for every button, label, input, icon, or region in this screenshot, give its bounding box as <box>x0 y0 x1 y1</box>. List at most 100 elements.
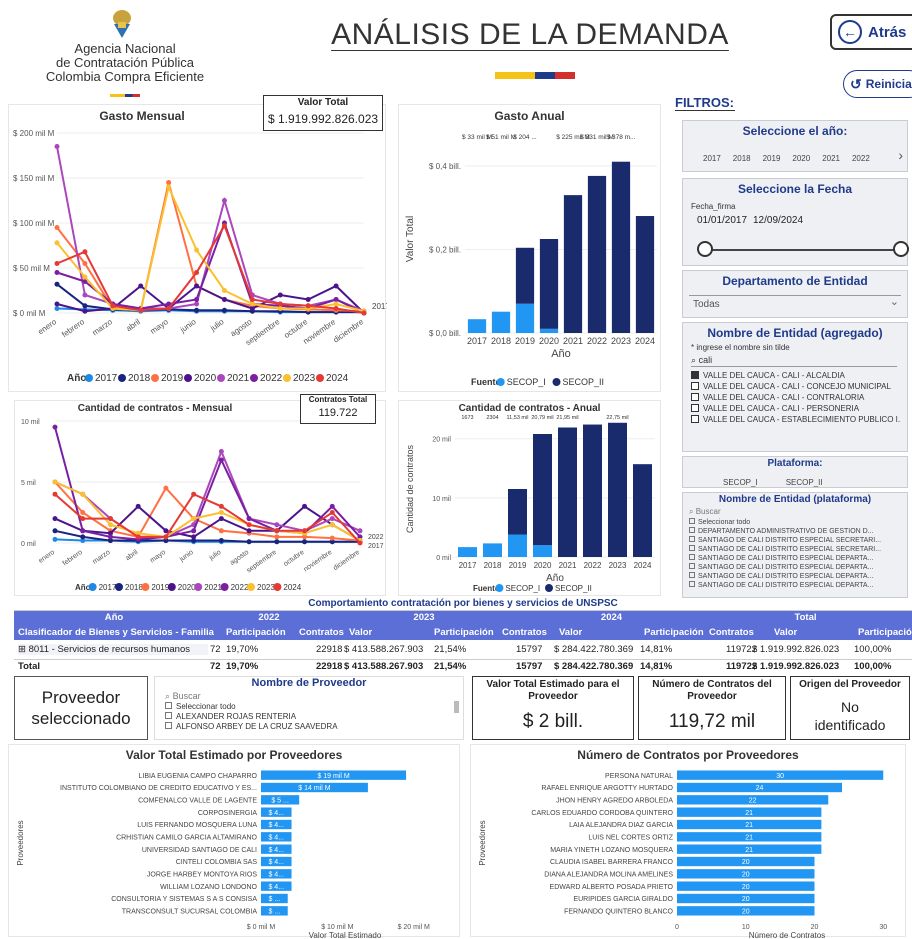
data-point[interactable] <box>221 307 227 313</box>
data-point[interactable] <box>107 516 113 522</box>
data-point[interactable] <box>107 522 113 528</box>
bar-secop-i[interactable] <box>458 547 477 557</box>
checkbox[interactable] <box>691 404 699 412</box>
checkbox[interactable] <box>691 371 699 379</box>
data-point[interactable] <box>274 534 280 540</box>
table-column-header-cell[interactable]: Participación <box>434 627 494 638</box>
data-point[interactable] <box>166 184 172 190</box>
data-point[interactable] <box>82 249 88 255</box>
table-row[interactable]: ⊞ 8011 - Servicios de recursos humanos 72… <box>14 643 912 658</box>
checkbox[interactable] <box>689 581 695 587</box>
bar-secop-ii[interactable] <box>563 195 583 333</box>
data-point[interactable] <box>218 538 224 544</box>
proveedor-option[interactable]: ALEXANDER ROJAS RENTERIA <box>165 712 338 722</box>
data-point[interactable] <box>357 528 363 534</box>
table-column-header-cell[interactable]: Contratos <box>709 627 754 638</box>
data-point[interactable] <box>54 144 60 149</box>
data-point[interactable] <box>194 297 200 302</box>
data-point[interactable] <box>138 283 144 289</box>
data-point[interactable] <box>218 528 224 534</box>
data-point[interactable] <box>80 528 86 534</box>
data-point[interactable] <box>166 180 172 185</box>
data-point[interactable] <box>277 292 283 298</box>
data-point[interactable] <box>329 516 335 522</box>
data-point[interactable] <box>163 534 169 540</box>
data-point[interactable] <box>302 528 308 534</box>
data-point[interactable] <box>52 491 58 497</box>
contratos-anual-chart[interactable]: 0 mil 10 mil 20 mil 2017 1673 2018 2304 2019 11,… <box>399 401 662 595</box>
bar-secop-i[interactable] <box>491 311 511 333</box>
year-option[interactable]: 2017 <box>703 154 721 163</box>
checkbox[interactable] <box>689 536 695 542</box>
data-point[interactable] <box>191 491 197 497</box>
date-slider-start-handle[interactable] <box>697 241 713 257</box>
entity-platform-option[interactable]: Seleccionar todo <box>689 518 901 527</box>
data-point[interactable] <box>135 534 141 540</box>
data-point[interactable] <box>302 539 308 545</box>
entity-option[interactable]: VALLE DEL CAUCA - ESTABLECIMIENTO PUBLIC… <box>691 415 901 426</box>
data-point[interactable] <box>218 510 224 515</box>
year-option[interactable]: 2018 <box>733 154 751 163</box>
data-point[interactable] <box>221 198 227 203</box>
data-point[interactable] <box>329 510 335 515</box>
date-start-input[interactable]: 01/01/2017 <box>697 215 747 226</box>
bar-secop-i[interactable] <box>467 319 487 333</box>
year-option[interactable]: 2022 <box>852 154 870 163</box>
entity-platform-option[interactable]: DEPARTAMENTO ADMINISTRATIVO DE GESTION D… <box>689 527 901 536</box>
data-point[interactable] <box>249 306 255 311</box>
data-point[interactable] <box>274 528 280 534</box>
table-column-header-cell[interactable]: Participación <box>858 627 912 638</box>
data-point[interactable] <box>329 522 335 528</box>
data-point[interactable] <box>82 261 88 266</box>
entity-platform-option[interactable]: SANTIAGO DE CALI DISTRITO ESPECIAL DEPAR… <box>689 581 901 590</box>
table-column-header-cell[interactable]: Valor <box>774 627 797 638</box>
entity-platform-option[interactable]: SANTIAGO DE CALI DISTRITO ESPECIAL DEPAR… <box>689 554 901 563</box>
valor-proveedores-chart[interactable]: LIBIA EUGENIA CAMPO CHAPARRO $ 19 mil M IN… <box>9 745 461 938</box>
data-point[interactable] <box>82 292 88 298</box>
table-column-header-cell[interactable]: Participación <box>644 627 704 638</box>
entity-option[interactable]: VALLE DEL CAUCA - CALI - CONCEJO MUNICIP… <box>691 382 901 393</box>
data-point[interactable] <box>52 479 58 485</box>
data-point[interactable] <box>194 270 200 275</box>
bar-secop-ii[interactable] <box>539 239 559 329</box>
bar-secop-i[interactable] <box>515 303 535 333</box>
data-point[interactable] <box>138 307 144 313</box>
data-point[interactable] <box>246 516 252 522</box>
data-point[interactable] <box>218 457 224 463</box>
data-point[interactable] <box>302 503 308 509</box>
bar-secop-ii[interactable] <box>508 489 527 535</box>
platform-option[interactable]: SECOP_II <box>786 478 823 487</box>
entity-option[interactable]: VALLE DEL CAUCA - CALI - PERSONERIA <box>691 404 901 415</box>
data-point[interactable] <box>246 522 252 528</box>
proveedor-scrollbar[interactable] <box>454 701 459 713</box>
data-point[interactable] <box>54 281 60 287</box>
checkbox[interactable] <box>689 572 695 578</box>
proveedor-search[interactable]: ⌕ Buscar <box>165 691 201 702</box>
data-point[interactable] <box>191 528 197 534</box>
checkbox[interactable] <box>165 712 172 719</box>
entity-platform-option[interactable]: SANTIAGO DE CALI DISTRITO ESPECIAL SECRE… <box>689 536 901 545</box>
data-point[interactable] <box>333 301 339 307</box>
entity-option[interactable]: VALLE DEL CAUCA - CALI - ALCALDIA <box>691 371 901 382</box>
proveedor-option[interactable]: Seleccionar todo <box>165 702 338 712</box>
entity-platform-option[interactable]: SANTIAGO DE CALI DISTRITO ESPECIAL DEPAR… <box>689 572 901 581</box>
table-column-header-cell[interactable]: Valor <box>559 627 582 638</box>
proveedor-option[interactable]: ALFONSO ARBEY DE LA CRUZ SAAVEDRA <box>165 722 338 732</box>
bar-secop-ii[interactable] <box>558 427 577 557</box>
data-point[interactable] <box>246 528 252 534</box>
data-point[interactable] <box>52 528 58 534</box>
data-point[interactable] <box>194 247 200 253</box>
data-point[interactable] <box>54 301 60 307</box>
data-point[interactable] <box>166 306 172 311</box>
data-point[interactable] <box>274 539 280 545</box>
chevron-down-icon[interactable]: ⌄ <box>890 295 899 308</box>
table-column-header-cell[interactable]: Contratos <box>502 627 547 638</box>
contratos-mensual-chart[interactable]: 0 mil 5 mil 10 mil enero febrero marzo abril ma… <box>15 401 387 595</box>
data-point[interactable] <box>52 536 58 542</box>
chevron-right-icon[interactable]: › <box>898 147 903 163</box>
data-point[interactable] <box>110 303 116 309</box>
back-button[interactable]: ← Atrás <box>830 14 912 50</box>
bar-secop-ii[interactable] <box>533 434 552 546</box>
data-point[interactable] <box>333 297 339 302</box>
gasto-mensual-chart[interactable]: $ 0 mil M $ 50 mil M $ 100 mil M $ 150 mil … <box>9 105 387 391</box>
